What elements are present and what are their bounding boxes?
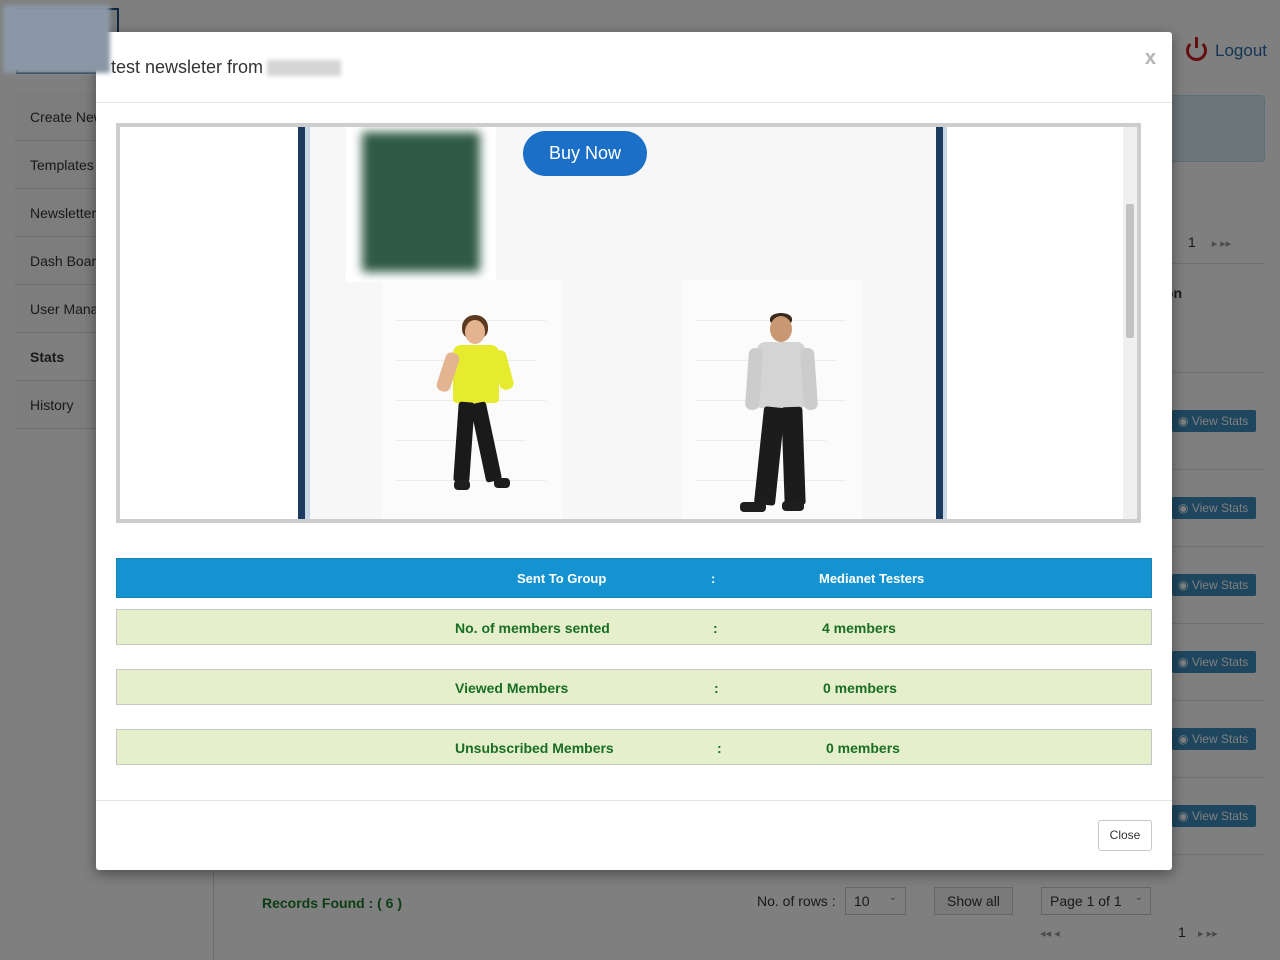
shoe: [782, 501, 804, 511]
newsletter-stats-modal: test newsleter from x Buy Now Sent To Gr…: [3, 5, 1172, 870]
modal-header: test newsleter from x: [3, 5, 1172, 103]
torso: [757, 342, 805, 408]
stat-value: Medianet Testers: [819, 571, 925, 586]
stat-separator: :: [714, 680, 719, 696]
product-image-blurred: [362, 132, 480, 272]
head: [465, 320, 485, 344]
close-icon[interactable]: x: [1145, 47, 1156, 70]
redacted-sender: [267, 60, 342, 77]
stat-separator: :: [713, 620, 718, 636]
shoe: [740, 502, 766, 512]
preview-left-border: [298, 127, 305, 519]
model-grey-sweater: [730, 312, 830, 517]
stat-value: 0 members: [826, 740, 900, 756]
stat-row-sent-to-group: Sent To Group : Medianet Testers: [116, 558, 1152, 598]
model-yellow-shirt: [432, 312, 532, 497]
buy-now-button[interactable]: Buy Now: [523, 131, 647, 176]
stat-label: Viewed Members: [455, 680, 569, 696]
stat-separator: :: [717, 740, 722, 756]
preview-right-border: [936, 127, 943, 519]
right-arm: [799, 347, 819, 411]
stat-label: No. of members sented: [455, 620, 610, 636]
stat-row-viewed-members: Viewed Members : 0 members: [116, 669, 1152, 705]
modal-footer: Close: [96, 800, 1172, 870]
stat-label: Sent To Group: [517, 571, 607, 586]
stat-value: 0 members: [823, 680, 897, 696]
head: [770, 316, 792, 342]
stat-row-unsubscribed-members: Unsubscribed Members : 0 members: [116, 729, 1152, 765]
product-image: [346, 127, 496, 282]
right-leg: [469, 401, 503, 483]
modal-title: test newsleter from: [111, 57, 342, 78]
stat-value: 4 members: [822, 620, 896, 636]
stat-label: Unsubscribed Members: [455, 740, 614, 756]
stat-row-members-sent: No. of members sented : 4 members: [116, 609, 1152, 645]
preview-scrollbar[interactable]: [1123, 127, 1137, 519]
newsletter-preview[interactable]: Buy Now: [116, 123, 1141, 523]
left-leg: [753, 406, 786, 506]
right-leg: [781, 406, 806, 506]
modal-title-text: test newsleter from: [111, 57, 264, 77]
preview-scrollbar-thumb[interactable]: [1126, 204, 1134, 338]
preview-right-border-light: [943, 127, 947, 519]
close-button[interactable]: Close: [1098, 820, 1152, 851]
stat-separator: :: [711, 571, 716, 586]
brand-logo: [3, 5, 110, 73]
shoe: [494, 478, 510, 488]
shoe: [454, 480, 470, 490]
